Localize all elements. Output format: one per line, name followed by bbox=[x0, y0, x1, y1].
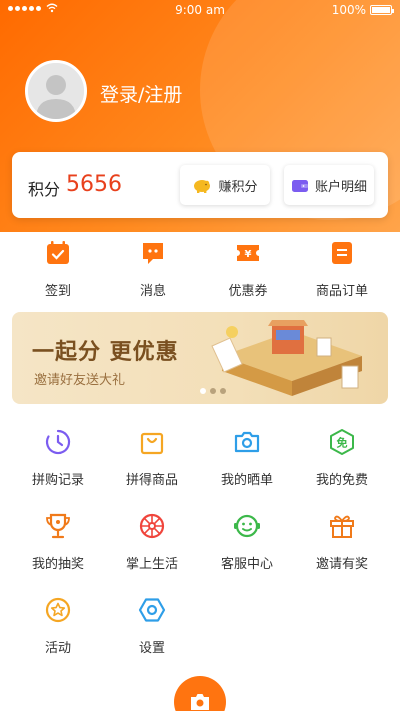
grid-item-label: 邀请有奖 bbox=[315, 557, 368, 572]
points-card: 积分 5656 赚积分 账户明细 bbox=[12, 152, 388, 218]
quick-item-messages[interactable]: 消息 bbox=[103, 240, 203, 299]
grid-item-label: 我的晒单 bbox=[220, 473, 273, 488]
grid-item-won-products[interactable]: 拼得商品 bbox=[106, 428, 198, 488]
status-bar: 9:00 am 100% bbox=[0, 0, 400, 20]
piggy-bank-icon bbox=[194, 180, 211, 193]
gift-icon bbox=[330, 515, 354, 538]
grid-item-label: 拼购记录 bbox=[31, 473, 84, 488]
quick-item-orders[interactable]: 商品订单 bbox=[292, 240, 392, 299]
battery-percent: 100% bbox=[331, 3, 366, 17]
banner-illustration bbox=[211, 320, 362, 396]
settings-hex-icon bbox=[138, 598, 166, 622]
banner-pager[interactable] bbox=[200, 388, 226, 394]
camera-icon bbox=[191, 694, 209, 710]
calendar-check-icon bbox=[47, 241, 69, 264]
message-icon bbox=[143, 243, 163, 264]
star-badge-icon bbox=[45, 597, 71, 623]
avatar[interactable] bbox=[25, 60, 87, 122]
earn-points-label: 赚积分 bbox=[218, 179, 258, 195]
banner-title: 一起分 更优惠 bbox=[32, 340, 179, 365]
quick-item-label: 优惠券 bbox=[228, 284, 268, 299]
quick-item-label: 商品订单 bbox=[315, 284, 368, 299]
shopping-bag-icon bbox=[140, 432, 164, 455]
camera-icon bbox=[234, 431, 260, 453]
trophy-icon bbox=[46, 513, 70, 539]
earn-points-button[interactable]: 赚积分 bbox=[180, 165, 270, 205]
wallet-icon bbox=[291, 180, 308, 192]
grid-item-activities[interactable]: 活动 bbox=[12, 596, 104, 656]
grid-item-label: 我的抽奖 bbox=[31, 557, 84, 572]
free-badge-icon: 免 bbox=[330, 429, 354, 455]
grid-item-label: 掌上生活 bbox=[125, 557, 178, 572]
grid-item-my-lottery[interactable]: 我的抽奖 bbox=[12, 512, 104, 572]
grid-item-my-posts[interactable]: 我的晒单 bbox=[201, 428, 293, 488]
clock-icon bbox=[45, 429, 71, 455]
grid-item-label: 我的免费 bbox=[315, 473, 368, 488]
grid-item-customer-service[interactable]: 客服中心 bbox=[201, 512, 293, 572]
grid-item-label: 客服中心 bbox=[220, 557, 273, 572]
account-details-button[interactable]: 账户明细 bbox=[284, 165, 374, 205]
default-user-icon bbox=[28, 63, 84, 119]
login-register-link[interactable]: 登录/注册 bbox=[100, 80, 182, 107]
grid-item-label: 活动 bbox=[44, 641, 71, 656]
svg-text:¥: ¥ bbox=[245, 249, 252, 260]
svg-text:免: 免 bbox=[337, 436, 348, 450]
quick-item-coupons[interactable]: ¥ 优惠券 bbox=[198, 240, 298, 299]
quick-item-label: 消息 bbox=[139, 284, 166, 299]
quick-item-label: 签到 bbox=[44, 284, 71, 299]
grid-item-my-free[interactable]: 免 我的免费 bbox=[296, 428, 388, 488]
account-details-label: 账户明细 bbox=[314, 179, 367, 195]
grid-item-mobile-life[interactable]: 掌上生活 bbox=[106, 512, 198, 572]
grid-item-settings[interactable]: 设置 bbox=[106, 596, 198, 656]
points-label: 积分 bbox=[28, 180, 61, 199]
grid-item-label: 拼得商品 bbox=[125, 473, 178, 488]
wheel-icon bbox=[139, 513, 165, 539]
banner-subtitle: 邀请好友送大礼 bbox=[34, 373, 126, 388]
camera-fab-button[interactable] bbox=[174, 676, 226, 711]
grid-item-label: 设置 bbox=[138, 641, 165, 656]
coupon-icon: ¥ bbox=[237, 245, 259, 261]
grid-item-group-buy-records[interactable]: 拼购记录 bbox=[12, 428, 104, 488]
battery-icon bbox=[370, 5, 394, 15]
grid-item-invite-reward[interactable]: 邀请有奖 bbox=[296, 512, 388, 572]
quick-item-checkin[interactable]: 签到 bbox=[8, 240, 108, 299]
order-icon bbox=[332, 242, 352, 264]
points-value: 5656 bbox=[66, 172, 122, 197]
invite-banner[interactable]: 一起分 更优惠 邀请好友送大礼 bbox=[12, 312, 388, 404]
battery-indicator: 100% bbox=[331, 3, 394, 17]
service-icon bbox=[234, 514, 260, 538]
